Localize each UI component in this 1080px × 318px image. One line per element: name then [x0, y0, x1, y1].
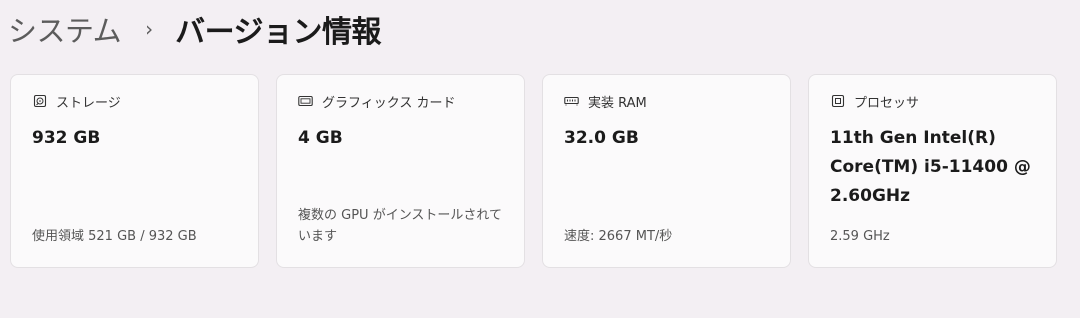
- storage-icon: [32, 94, 47, 109]
- ram-detail: 速度: 2667 MT/秒: [564, 229, 673, 244]
- processor-value: 11th Gen Intel(R) Core(TM) i5-11400 @ 2.…: [830, 128, 1031, 206]
- storage-card: ストレージ 932 GB 使用領域 521 GB / 932 GB: [10, 74, 259, 268]
- spec-cards: ストレージ 932 GB 使用領域 521 GB / 932 GB グラフィック…: [10, 74, 1057, 268]
- ram-title: 実装 RAM: [588, 95, 647, 111]
- chevron-right-icon: ›: [145, 17, 154, 41]
- graphics-card-detail: 複数の GPU がインストールされています: [298, 208, 503, 244]
- processor-title: プロセッサ: [854, 95, 920, 111]
- graphics-card-title: グラフィックス カード: [322, 95, 456, 111]
- ram-value: 32.0 GB: [564, 128, 639, 148]
- processor-icon: [830, 94, 845, 109]
- graphics-card-card: グラフィックス カード 4 GB 複数の GPU がインストールされています: [276, 74, 525, 268]
- page-title: バージョン情報: [175, 15, 382, 50]
- storage-title: ストレージ: [56, 95, 121, 111]
- breadcrumb: システム › バージョン情報: [8, 6, 382, 52]
- ram-card: 実装 RAM 32.0 GB 速度: 2667 MT/秒: [542, 74, 791, 268]
- graphics-card-icon: [298, 94, 313, 109]
- memory-icon: [564, 94, 579, 109]
- breadcrumb-parent-system[interactable]: システム: [8, 8, 122, 50]
- storage-value: 932 GB: [32, 128, 101, 148]
- processor-detail: 2.59 GHz: [830, 229, 890, 244]
- graphics-card-value: 4 GB: [298, 128, 343, 148]
- processor-card: プロセッサ 11th Gen Intel(R) Core(TM) i5-1140…: [808, 74, 1057, 268]
- storage-detail: 使用領域 521 GB / 932 GB: [32, 229, 197, 244]
